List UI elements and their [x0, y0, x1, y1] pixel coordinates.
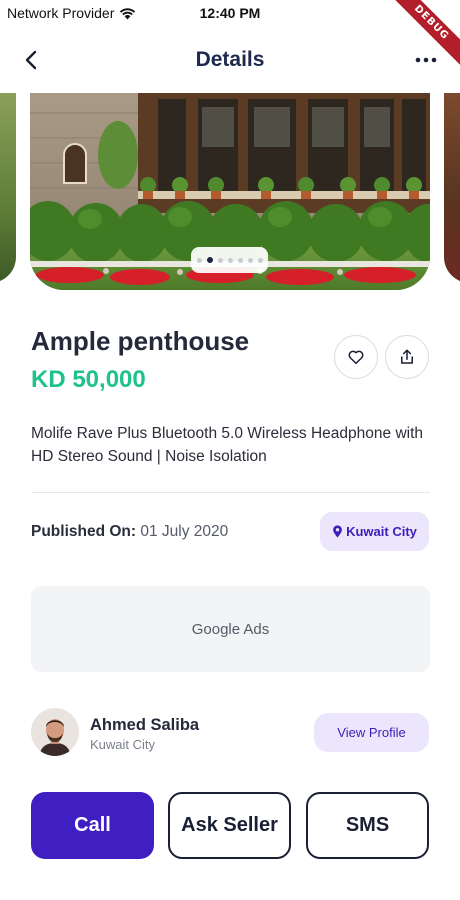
- carousel-dot[interactable]: [196, 257, 202, 263]
- carousel-dot[interactable]: [257, 257, 263, 263]
- seller-city: Kuwait City: [90, 737, 156, 752]
- carousel-dot[interactable]: [227, 257, 233, 263]
- page-title: Details: [195, 48, 265, 71]
- more-options-button[interactable]: [414, 48, 438, 72]
- published-value: 01 July 2020: [140, 523, 229, 540]
- ad-label: Google Ads: [191, 620, 270, 638]
- status-bar: Network Provider 12:40 PM: [0, 0, 460, 28]
- view-profile-button[interactable]: View Profile: [314, 713, 429, 752]
- carousel-dot-active[interactable]: [206, 257, 213, 263]
- carousel-dot[interactable]: [247, 257, 253, 263]
- location-pin-icon: [333, 525, 342, 538]
- location-label: Kuwait City: [346, 524, 417, 539]
- listing-title: Ample penthouse: [31, 326, 250, 356]
- share-icon: [401, 349, 413, 364]
- favorite-button[interactable]: [334, 335, 378, 379]
- carousel-indicator[interactable]: [191, 247, 268, 273]
- seller-name: Ahmed Saliba: [90, 716, 200, 734]
- listing-price: KD 50,000: [31, 366, 146, 393]
- details-screen: Network Provider 12:40 PM DEBUG Details: [0, 0, 460, 900]
- published-date: Published On: 01 July 2020: [31, 523, 228, 541]
- carousel-dot[interactable]: [217, 257, 223, 263]
- listing-description: Molife Rave Plus Bluetooth 5.0 Wireless …: [31, 425, 424, 465]
- ask-seller-button[interactable]: Ask Seller: [168, 792, 291, 859]
- more-horizontal-icon: [415, 57, 437, 63]
- call-button[interactable]: Call: [31, 792, 154, 859]
- carousel-dot[interactable]: [237, 257, 243, 263]
- ad-banner[interactable]: Google Ads: [31, 586, 430, 672]
- previous-image-peek[interactable]: [0, 93, 16, 283]
- next-image-peek[interactable]: [444, 93, 460, 283]
- location-chip[interactable]: Kuwait City: [320, 512, 429, 551]
- status-time: 12:40 PM: [199, 5, 261, 21]
- share-button[interactable]: [385, 335, 429, 379]
- section-divider: [31, 492, 430, 493]
- sms-button[interactable]: SMS: [306, 792, 429, 859]
- top-app-bar: Details: [0, 40, 460, 80]
- seller-photo: [31, 708, 79, 756]
- published-label: Published On:: [31, 523, 137, 540]
- heart-icon: [348, 350, 364, 365]
- seller-avatar[interactable]: [31, 708, 79, 756]
